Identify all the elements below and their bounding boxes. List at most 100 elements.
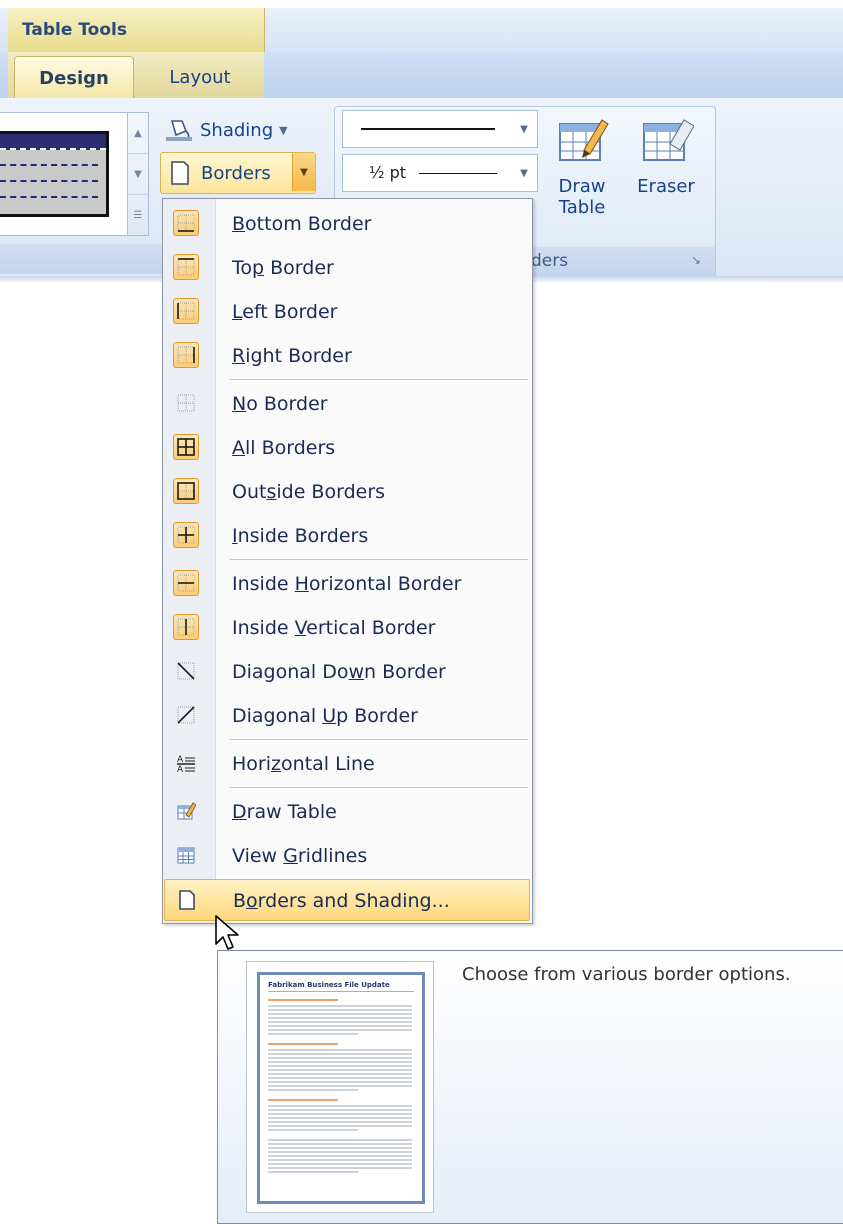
inside-borders-icon	[173, 522, 199, 548]
preview-text-line	[268, 1005, 412, 1007]
preview-text-line	[268, 1167, 412, 1169]
line-weight-combo[interactable]: ½ pt ▼	[342, 154, 538, 192]
draw-table-label: Draw Table	[558, 175, 606, 219]
preview-text-line	[268, 1125, 412, 1127]
shading-icon	[166, 120, 192, 141]
menu-item-inside-horizontal-border[interactable]: Inside Horizontal Border	[164, 563, 530, 605]
table-style-preview[interactable]	[0, 131, 109, 217]
horizontal-line-icon: AA	[173, 750, 199, 776]
menu-item-label: No Border	[232, 393, 328, 415]
preview-text-line	[268, 1029, 412, 1031]
menu-item-inside-borders[interactable]: Inside Borders	[164, 515, 530, 557]
draw-table-button[interactable]: Draw Table	[542, 114, 622, 219]
preview-text-line	[268, 1009, 412, 1011]
menu-item-top-border[interactable]: Top Border	[164, 247, 530, 289]
preview-text-line	[268, 1099, 338, 1101]
menu-item-label: Inside Borders	[232, 525, 369, 547]
borders-and-shading-icon	[174, 887, 200, 913]
mouse-cursor-icon	[215, 915, 239, 950]
table-tools-label: Table Tools	[22, 20, 127, 40]
all-borders-icon	[173, 434, 199, 460]
tab-design[interactable]: Design	[14, 56, 134, 99]
preview-title: Fabrikam Business File Update	[268, 981, 390, 989]
preview-text-line	[268, 1021, 412, 1023]
preview-text-line	[268, 1025, 412, 1027]
preview-text-line	[268, 1109, 412, 1111]
preview-text-line	[268, 1073, 412, 1075]
borders-dropdown-icon[interactable]: ▼	[292, 153, 315, 191]
menu-separator	[230, 739, 528, 740]
menu-item-diagonal-down-border[interactable]: Diagonal Down Border	[164, 651, 530, 693]
preview-text-line	[268, 1089, 358, 1091]
borders-icon	[171, 161, 189, 185]
table-tools-context: Table Tools	[8, 8, 265, 52]
eraser-button[interactable]: Eraser	[626, 114, 706, 197]
diagonal-up-border-icon	[173, 702, 199, 728]
preview-text-line	[268, 1117, 412, 1119]
preview-text-line	[268, 1163, 412, 1165]
gallery-scrollbar[interactable]: ▲ ▼ ☰	[127, 113, 148, 235]
menu-item-label: Diagonal Down Border	[232, 661, 446, 683]
menu-item-diagonal-up-border[interactable]: Diagonal Up Border	[164, 695, 530, 737]
dialog-launcher-icon[interactable]: ↘	[691, 253, 701, 267]
preview-text-line	[268, 1171, 358, 1173]
borders-button[interactable]: Borders ▼	[160, 152, 316, 194]
preview-text-line	[268, 999, 338, 1001]
inside-horizontal-border-icon	[173, 570, 199, 596]
table-styles-gallery[interactable]: ▲ ▼ ☰	[0, 112, 149, 236]
gallery-scroll-down-icon[interactable]: ▼	[128, 154, 148, 195]
gallery-more-icon[interactable]: ☰	[128, 195, 148, 235]
menu-separator	[230, 559, 528, 560]
borders-label: Borders	[201, 162, 271, 184]
outside-borders-icon	[173, 478, 199, 504]
menu-item-view-gridlines[interactable]: View Gridlines	[164, 835, 530, 877]
preview-text-line	[268, 1081, 412, 1083]
menu-item-bottom-border[interactable]: Bottom Border	[164, 203, 530, 245]
tab-layout[interactable]: Layout	[150, 56, 250, 98]
menu-item-draw-table[interactable]: Draw Table	[164, 791, 530, 833]
preview-text-line	[268, 1147, 412, 1149]
line-style-combo[interactable]: ▼	[342, 110, 538, 148]
line-style-dropdown-icon[interactable]: ▼	[511, 111, 537, 147]
preview-text-line	[268, 1143, 412, 1145]
menu-item-label: Left Border	[232, 301, 338, 323]
preview-text-line	[268, 1121, 412, 1123]
shading-dropdown-icon[interactable]: ▼	[279, 124, 287, 137]
menu-separator	[230, 787, 528, 788]
menu-item-label: All Borders	[232, 437, 336, 459]
menu-item-label: Right Border	[232, 345, 352, 367]
tooltip-description: Choose from various border options.	[462, 964, 791, 985]
menu-item-inside-vertical-border[interactable]: Inside Vertical Border	[164, 607, 530, 649]
preview-text-line	[268, 1159, 412, 1161]
draw-table-icon	[173, 798, 199, 824]
preview-text-line	[268, 1043, 338, 1045]
draw-borders-group-label: ders	[531, 251, 569, 271]
eraser-label: Eraser	[637, 175, 695, 197]
line-weight-value: ½ pt	[369, 163, 407, 182]
preview-text-line	[268, 1017, 412, 1019]
shading-button[interactable]: Shading ▼	[164, 116, 288, 144]
preview-text-line	[268, 1139, 412, 1141]
menu-item-horizontal-line[interactable]: A A Horizontal Line	[164, 743, 530, 785]
menu-item-left-border[interactable]: Left Border	[164, 291, 530, 333]
gallery-scroll-up-icon[interactable]: ▲	[128, 113, 148, 154]
menu-item-label: Bottom Border	[232, 213, 372, 235]
left-border-icon	[173, 298, 199, 324]
line-weight-dropdown-icon[interactable]: ▼	[511, 155, 537, 191]
diagonal-down-border-icon	[173, 658, 199, 684]
preview-text-line	[268, 1013, 412, 1015]
right-border-icon	[173, 342, 199, 368]
menu-item-right-border[interactable]: Right Border	[164, 335, 530, 377]
preview-text-line	[268, 1049, 412, 1051]
preview-text-line	[268, 1155, 412, 1157]
menu-item-no-border[interactable]: No Border	[164, 383, 530, 425]
menu-item-all-borders[interactable]: All Borders	[164, 427, 530, 469]
menu-item-outside-borders[interactable]: Outside Borders	[164, 471, 530, 513]
preview-text-line	[268, 1085, 412, 1087]
view-gridlines-icon	[173, 842, 199, 868]
eraser-icon	[643, 119, 695, 161]
borders-menu: Bottom Border Top Border Left Border Right …	[162, 198, 533, 924]
menu-item-label: Inside Horizontal Border	[232, 573, 462, 595]
contextual-tab-bar: Table Tools	[0, 8, 843, 53]
menu-item-label: View Gridlines	[232, 845, 368, 867]
